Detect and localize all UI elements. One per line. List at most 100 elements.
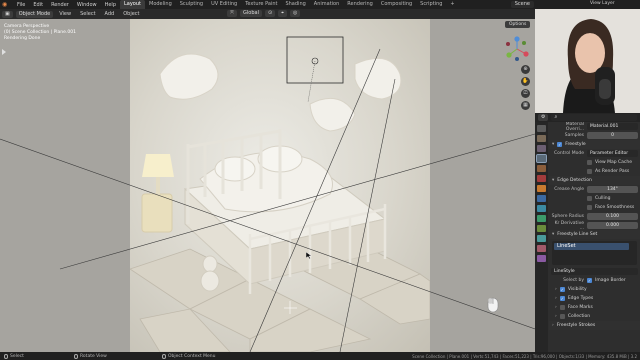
data-tab-icon[interactable]	[537, 235, 546, 242]
lineset-list[interactable]: LineSet	[552, 241, 637, 265]
tab-scripting[interactable]: Scripting	[416, 0, 446, 9]
menu-view[interactable]: View	[56, 11, 74, 17]
transform-orientation-icon[interactable]: ⤧	[227, 10, 238, 17]
tab-texture-paint[interactable]: Texture Paint	[241, 0, 281, 9]
kr-derivative-row: Kr Derivative ... 0.000	[549, 221, 640, 231]
material-override-row: Material Overri... Material.001	[549, 122, 640, 132]
culling-checkbox[interactable]	[587, 196, 592, 201]
edge-types-checkbox[interactable]: ✓	[559, 296, 565, 301]
scene-selector[interactable]: Scene	[510, 1, 534, 8]
status-select: Select	[10, 353, 24, 359]
menu-file[interactable]: File	[13, 2, 29, 8]
modifiers-tab-icon[interactable]	[537, 195, 546, 202]
navigation-gizmo[interactable]	[503, 35, 531, 63]
properties-search-input[interactable]: ⌕	[551, 114, 637, 121]
properties-editor-type-icon[interactable]: ⚙	[538, 114, 549, 121]
status-rotate-view: Rotate View	[80, 353, 107, 359]
freestyle-line-set-panel-header[interactable]: ▾ Freestyle Line Set	[549, 230, 640, 239]
menu-render[interactable]: Render	[47, 2, 73, 8]
collection-checkbox[interactable]	[559, 314, 565, 319]
face-marks-row[interactable]: › Face Marks	[549, 303, 640, 312]
select-by-label: Select by	[563, 278, 584, 283]
mouse-cursor-icon	[306, 252, 312, 259]
as-render-pass-checkbox[interactable]	[587, 169, 592, 174]
material-override-field[interactable]: Material.001	[587, 123, 638, 130]
material-override-label: Material Overri...	[565, 122, 584, 132]
tab-shading[interactable]: Shading	[281, 0, 309, 9]
tab-layout[interactable]: Layout	[120, 0, 145, 9]
status-bar: Select Rotate View Object Context Menu S…	[0, 352, 640, 360]
properties-header: ⚙ ⌕	[535, 113, 640, 122]
pan-hand-icon[interactable]: ✋	[521, 77, 530, 86]
editor-type-icon[interactable]: ▣	[2, 10, 13, 18]
crease-angle-row: Crease Angle 134°	[549, 185, 640, 194]
menu-edit[interactable]: Edit	[29, 2, 47, 8]
menu-help[interactable]: Help	[101, 2, 120, 8]
edge-types-label: Edge Types	[567, 296, 594, 301]
linestyle-field[interactable]: LineStyle	[551, 268, 638, 275]
view-map-cache-checkbox[interactable]	[587, 160, 592, 165]
control-mode-dropdown[interactable]: Parameter Editor	[587, 150, 638, 157]
tab-modeling[interactable]: Modeling	[145, 0, 176, 9]
edge-detection-panel-header[interactable]: ▾ Edge Detection	[549, 176, 640, 185]
tab-animation[interactable]: Animation	[310, 0, 344, 9]
freestyle-strokes-panel-header[interactable]: › Freestyle Strokes	[549, 321, 640, 330]
edge-types-row[interactable]: › ✓ Edge Types	[549, 294, 640, 303]
camera-view-icon[interactable]: ⎚	[521, 89, 530, 98]
tab-sculpting[interactable]: Sculpting	[176, 0, 207, 9]
samples-field[interactable]: 0	[587, 132, 638, 139]
sphere-radius-field[interactable]: 0.100	[587, 213, 638, 220]
menu-select[interactable]: Select	[77, 11, 98, 17]
chevron-down-icon: ▾	[552, 142, 555, 147]
face-smoothness-checkbox[interactable]	[587, 205, 592, 210]
add-workspace-button[interactable]: +	[446, 0, 458, 9]
view-map-cache-label: View Map Cache	[595, 160, 633, 165]
view-layer-field[interactable]: View Layer	[590, 1, 615, 6]
image-border-checkbox[interactable]: ✓	[587, 278, 592, 283]
scene-tab-icon[interactable]	[537, 165, 546, 172]
menu-add[interactable]: Add	[102, 11, 118, 17]
lineset-list-item[interactable]: LineSet	[554, 243, 629, 250]
control-mode-label: Control Mode	[554, 151, 584, 156]
menu-object[interactable]: Object	[120, 11, 142, 17]
proportional-edit-icon[interactable]: ◎	[290, 10, 301, 17]
tool-tab-icon[interactable]	[537, 125, 546, 132]
properties-editor: ⚙ ⌕ Material Overri... Material.001 Samp…	[535, 113, 640, 352]
constraints-tab-icon[interactable]	[537, 225, 546, 232]
menu-window[interactable]: Window	[73, 2, 101, 8]
chevron-right-icon: ›	[555, 287, 557, 292]
blender-logo-icon[interactable]: ◉	[2, 1, 10, 8]
material-tab-icon[interactable]	[537, 245, 546, 252]
visibility-row[interactable]: › ✓ Visibility	[549, 285, 640, 294]
as-render-pass-row: As Render Pass	[549, 167, 640, 176]
view-layer-properties: Material Overri... Material.001 Samples …	[549, 122, 640, 352]
tab-rendering[interactable]: Rendering	[343, 0, 377, 9]
grid-perspective-icon[interactable]: ▦	[521, 101, 530, 110]
tab-compositing[interactable]: Compositing	[377, 0, 416, 9]
render-tab-icon[interactable]	[537, 135, 546, 142]
world-tab-icon[interactable]	[537, 175, 546, 182]
transform-orientation-dropdown[interactable]: Global	[240, 10, 262, 17]
tab-uv-editing[interactable]: UV Editing	[207, 0, 241, 9]
crease-angle-field[interactable]: 134°	[587, 186, 638, 193]
zoom-icon[interactable]: ⊕	[521, 65, 530, 74]
freestyle-panel-header[interactable]: ▾ ✓ Freestyle	[549, 140, 640, 149]
options-button[interactable]: Options	[505, 21, 531, 28]
mode-dropdown[interactable]: Object Mode	[15, 10, 54, 18]
view-map-cache-row: View Map Cache	[549, 158, 640, 167]
collection-row[interactable]: › Collection	[549, 312, 640, 321]
particles-tab-icon[interactable]	[537, 205, 546, 212]
face-marks-checkbox[interactable]	[559, 305, 565, 310]
physics-tab-icon[interactable]	[537, 215, 546, 222]
3d-viewport[interactable]: Camera Perspective (0) Scene Collection …	[0, 19, 535, 352]
snap-icon[interactable]: ⌖	[278, 10, 287, 17]
kr-derivative-field[interactable]: 0.000	[587, 222, 638, 229]
pivot-icon[interactable]: ⊙	[264, 10, 276, 17]
visibility-checkbox[interactable]: ✓	[559, 287, 565, 292]
toolbar-toggle[interactable]	[2, 49, 6, 57]
output-tab-icon[interactable]	[537, 145, 546, 152]
freestyle-checkbox[interactable]: ✓	[557, 142, 563, 147]
texture-tab-icon[interactable]	[537, 255, 546, 262]
view-layer-tab-icon[interactable]	[536, 154, 547, 163]
object-tab-icon[interactable]	[537, 185, 546, 192]
